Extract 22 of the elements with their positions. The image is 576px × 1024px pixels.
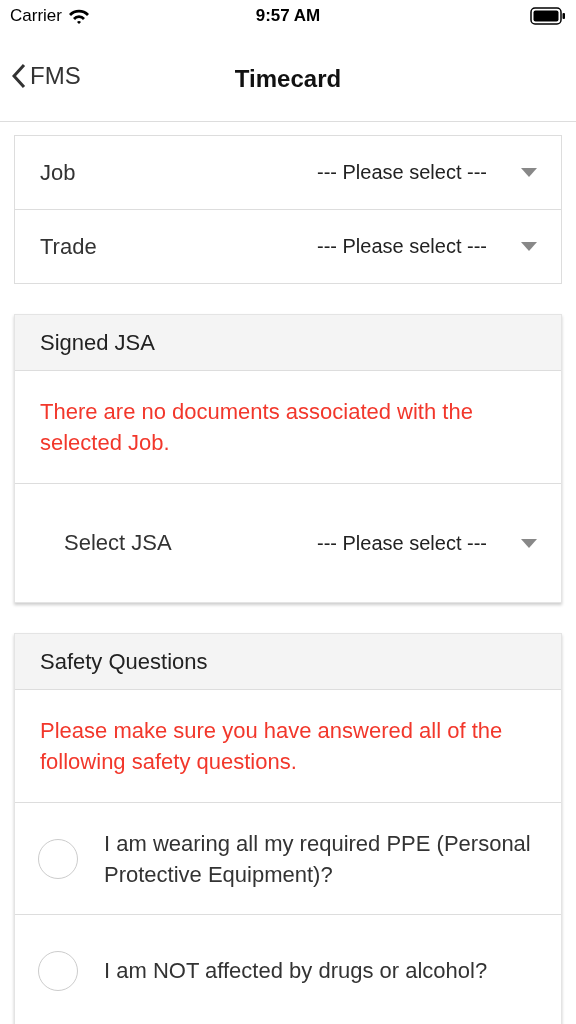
warning-message: There are no documents associated with the selected Job. [39, 398, 474, 457]
question-text: I am NOT affected by drugs or alcohol? [104, 957, 488, 985]
question-text: I am wearing all my required PPE (Personal Protective Equipment)? [104, 829, 532, 889]
dropdown[interactable]: --- Please select --- [316, 161, 537, 184]
wifi-icon [67, 8, 90, 24]
field-label: Trade [40, 233, 97, 260]
caret-icon [521, 168, 537, 177]
dropdown[interactable]: --- Please select --- [316, 531, 537, 555]
dropdown[interactable]: --- Please select --- [316, 235, 537, 258]
battery-icon [530, 7, 566, 25]
caret-icon [521, 242, 537, 251]
field-label: Job [40, 159, 76, 186]
status-time: 9:57 AM [255, 6, 321, 26]
carrier-name: Carrier [10, 6, 62, 26]
section-title: Signed JSA [40, 329, 155, 356]
warning-message: Please make sure you have answered all of the following safety questions. [39, 717, 504, 776]
section-title: Safety Questions [40, 648, 208, 675]
caret-icon [521, 538, 537, 548]
chevron-left-icon [12, 63, 26, 89]
back-button[interactable]: FMS [12, 62, 81, 90]
field-label: Select JSA [64, 530, 172, 556]
screen-title: Timecard [234, 64, 342, 93]
